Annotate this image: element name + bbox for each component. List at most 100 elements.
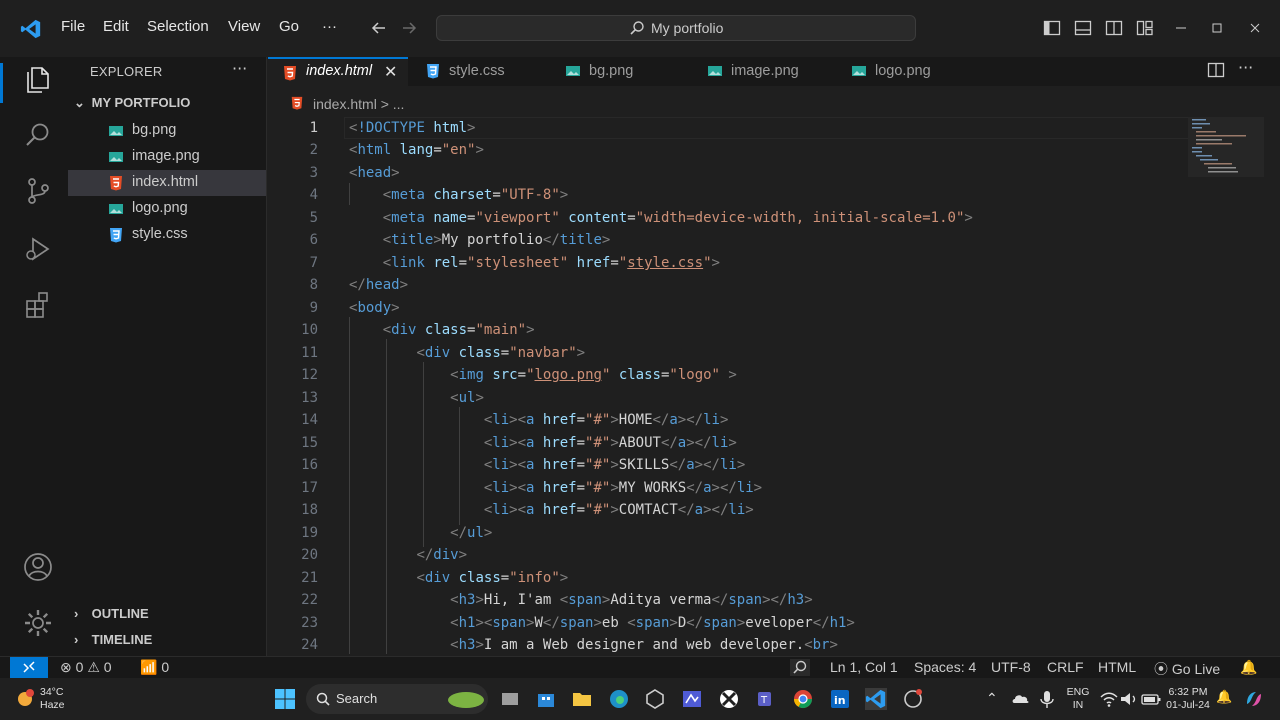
menu-selection[interactable]: Selection [147, 18, 209, 35]
menu-edit[interactable]: Edit [103, 18, 129, 35]
account-icon[interactable] [22, 551, 54, 583]
app-icon[interactable] [681, 688, 703, 710]
code-line: 5 <meta name="viewport" content="width=d… [309, 210, 973, 226]
title-bar: File Edit Selection View Go ··· My portf… [0, 0, 1280, 57]
menu-more[interactable]: ··· [322, 18, 337, 35]
warning-count: 0 [103, 659, 112, 675]
editor-more-button[interactable]: ··· [1238, 58, 1253, 77]
windows-taskbar: 34°C Haze Search T in ⌃ ENG IN 6:32 PM 0… [0, 678, 1280, 720]
tab-logo-png[interactable]: logo.png [837, 57, 977, 86]
onedrive-icon[interactable] [1010, 688, 1032, 710]
forward-arrow-icon[interactable] [400, 19, 418, 37]
menu-file[interactable]: File [61, 18, 85, 35]
volume-icon[interactable] [1118, 688, 1140, 710]
edge-browser-icon[interactable] [608, 688, 630, 710]
tab-style-css[interactable]: style.css [411, 57, 551, 86]
code-editor[interactable]: 1 <!DOCTYPE html> 2 <html lang="en"> 3 <hea… [268, 117, 1280, 654]
tab-index-html[interactable]: index.html ✕ [268, 57, 408, 86]
code-line: 14 <li><a href="#">HOME</a></li> [301, 412, 729, 428]
battery-icon[interactable] [1140, 688, 1162, 710]
problems-indicator[interactable]: ⊗ 0 ⚠ 0 [60, 659, 112, 676]
ports-indicator[interactable]: 📶 0 [140, 659, 169, 676]
toggle-panel-icon[interactable] [1074, 19, 1092, 37]
toggle-secondary-sidebar-icon[interactable] [1105, 19, 1123, 37]
extensions-icon[interactable] [22, 289, 54, 321]
weather-widget[interactable]: 34°C Haze [40, 686, 65, 712]
toggle-sidebar-icon[interactable] [1043, 19, 1061, 37]
search-icon[interactable] [22, 119, 54, 151]
explorer-icon[interactable] [22, 63, 54, 95]
windows-start-icon[interactable] [274, 688, 296, 710]
region-label: IN [1072, 699, 1084, 711]
language-mode[interactable]: HTML [1098, 659, 1136, 675]
clock-time: 6:32 PM [1168, 686, 1208, 698]
system-clock[interactable]: 6:32 PM 01-Jul-24 [1166, 686, 1210, 712]
chevron-up-icon[interactable]: ⌃ [986, 690, 998, 707]
tab-close-icon[interactable]: ✕ [384, 62, 397, 81]
notifications-bell-icon[interactable]: 🔔 [1240, 659, 1257, 676]
menu-go[interactable]: Go [279, 18, 299, 35]
search-icon [316, 692, 330, 706]
warning-icon: ⚠ [87, 659, 100, 675]
folder-name: MY PORTFOLIO [91, 95, 191, 110]
tab-bg-png[interactable]: bg.png [551, 57, 693, 86]
vscode-taskbar-icon[interactable] [865, 688, 887, 710]
indentation[interactable]: Spaces: 4 [914, 659, 976, 675]
source-control-icon[interactable] [22, 175, 54, 207]
explorer-more-button[interactable]: ··· [232, 59, 247, 78]
minimap[interactable] [1188, 117, 1264, 197]
breadcrumb-file[interactable]: index.html > ... [313, 96, 404, 112]
file-item-image-png[interactable]: image.png [68, 144, 266, 170]
teams-icon[interactable]: T [755, 688, 777, 710]
settings-gear-icon[interactable] [22, 607, 54, 639]
task-view-icon[interactable] [499, 688, 521, 710]
wifi-icon[interactable] [1098, 688, 1120, 710]
weather-icon[interactable] [14, 688, 36, 710]
cursor-position[interactable]: Ln 1, Col 1 [830, 659, 898, 675]
linkedin-icon[interactable]: in [829, 688, 851, 710]
app-icon[interactable] [644, 688, 666, 710]
taskbar-search[interactable]: Search [306, 684, 488, 714]
run-debug-icon[interactable] [22, 233, 54, 265]
file-explorer-icon[interactable] [571, 688, 593, 710]
command-center-label: My portfolio [651, 20, 724, 36]
file-item-index-html[interactable]: index.html [68, 170, 266, 196]
tab-label: logo.png [875, 63, 931, 79]
chrome-icon[interactable] [792, 688, 814, 710]
store-icon[interactable] [535, 688, 557, 710]
split-editor-icon[interactable] [1207, 61, 1225, 79]
weather-temp: 34°C [40, 686, 64, 698]
remote-button[interactable] [10, 657, 48, 678]
go-live-button[interactable]: ⦿ Go Live [1154, 659, 1220, 679]
minimize-icon[interactable] [1172, 19, 1190, 37]
tab-label: index.html [306, 63, 373, 79]
html-icon [284, 66, 296, 81]
restore-icon[interactable] [1208, 19, 1226, 37]
end-of-line[interactable]: CRLF [1047, 659, 1084, 675]
search-highlight-icon [448, 692, 484, 708]
close-window-icon[interactable] [1246, 19, 1264, 37]
encoding[interactable]: UTF-8 [991, 659, 1031, 675]
file-item-bg-png[interactable]: bg.png [68, 118, 266, 144]
back-arrow-icon[interactable] [370, 19, 388, 37]
app-icon[interactable] [902, 688, 924, 710]
outline-section[interactable]: › OUTLINE [74, 606, 149, 621]
microphone-icon[interactable] [1036, 688, 1058, 710]
file-item-style-css[interactable]: style.css [68, 222, 266, 248]
tab-image-png[interactable]: image.png [693, 57, 837, 86]
timeline-section[interactable]: › TIMELINE [74, 632, 152, 647]
image-icon [708, 66, 722, 76]
customize-layout-icon[interactable] [1136, 19, 1154, 37]
tab-label: bg.png [589, 63, 634, 79]
input-language[interactable]: ENG IN [1066, 686, 1090, 712]
menu-view[interactable]: View [228, 18, 260, 35]
folder-header[interactable]: ⌄ MY PORTFOLIO [74, 95, 190, 111]
code-line: 22 <h3>Hi, I'am <span>Aditya verma</span… [301, 592, 813, 608]
command-center-search[interactable]: My portfolio [436, 15, 916, 41]
xbox-icon[interactable] [718, 688, 740, 710]
copilot-icon[interactable] [1243, 688, 1265, 710]
notification-bell-icon[interactable]: 🔔 [1216, 689, 1232, 705]
code-line: 9 <body> [309, 300, 400, 316]
file-item-logo-png[interactable]: logo.png [68, 196, 266, 222]
zoom-icon[interactable] [790, 659, 810, 676]
